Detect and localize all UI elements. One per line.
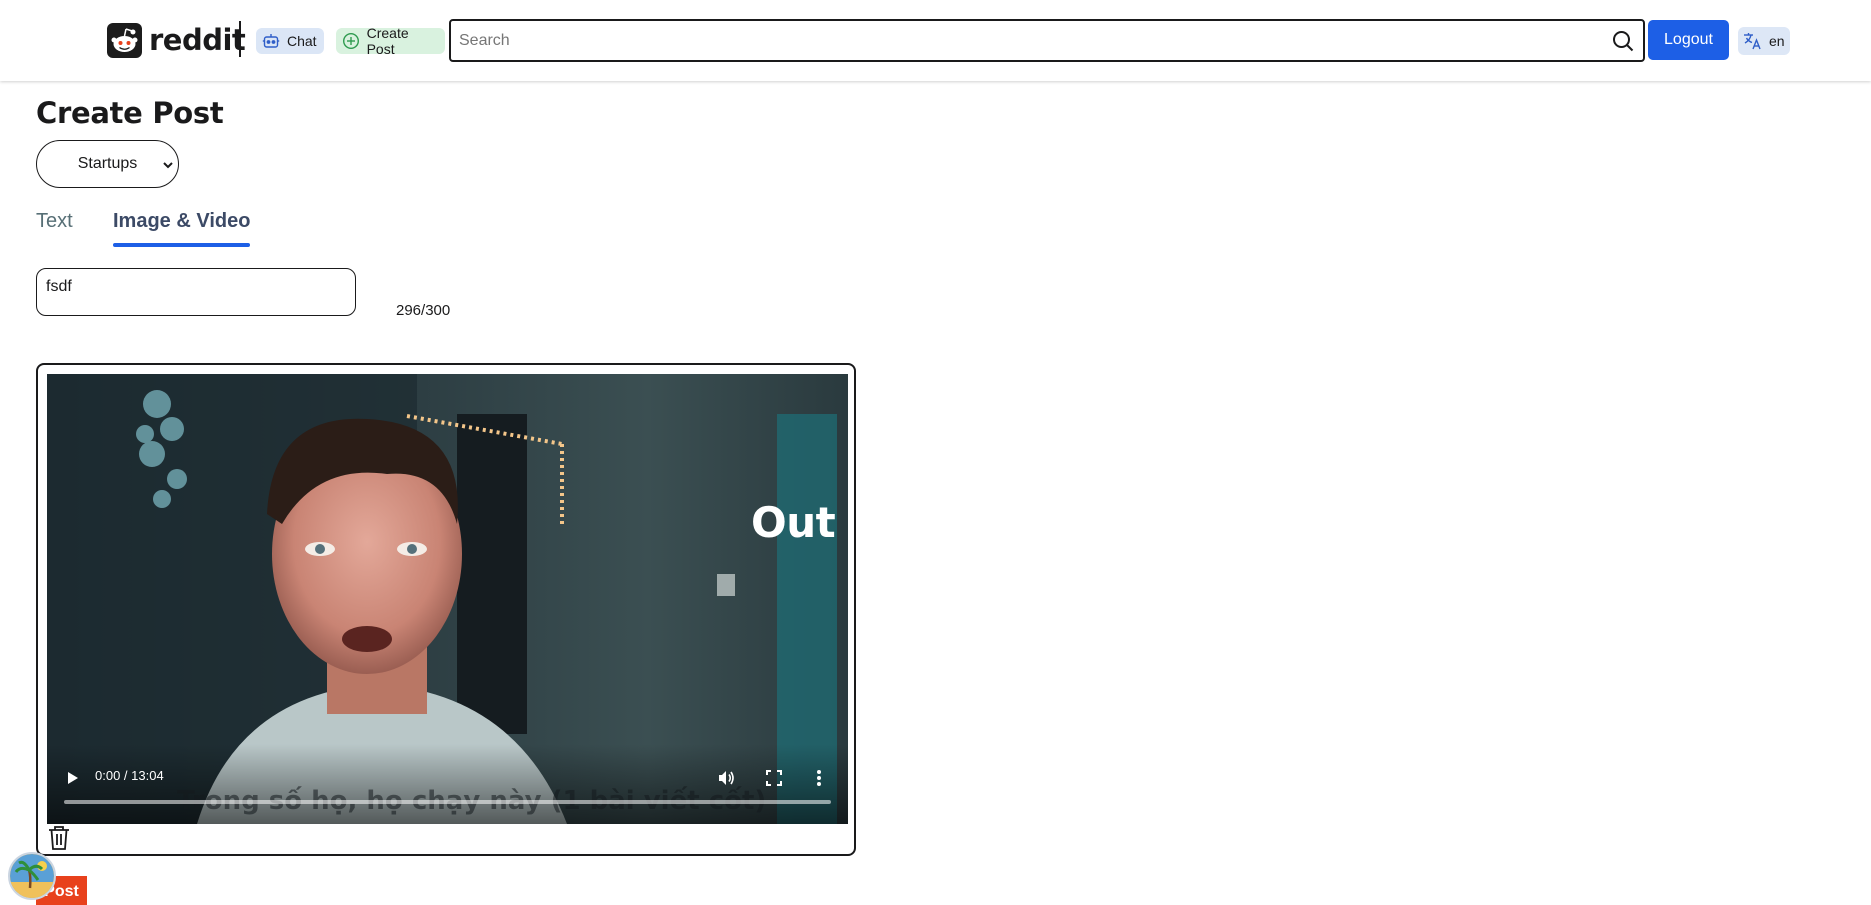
search-bar — [449, 19, 1645, 62]
video-player[interactable]: Out Trong số họ, họ chạy này (1 bài viết… — [47, 374, 848, 824]
search-icon[interactable] — [1611, 29, 1635, 53]
tab-image-video[interactable]: Image & Video — [113, 210, 250, 233]
tab-text[interactable]: Text — [36, 210, 73, 233]
active-tab-indicator — [113, 243, 250, 247]
media-preview-box: Out Trong số họ, họ chạy này (1 bài viết… — [36, 363, 856, 856]
video-overlay-text: Out — [751, 498, 836, 547]
video-time: 0:00 / 13:04 — [95, 768, 164, 783]
language-code: en — [1769, 33, 1785, 49]
user-avatar[interactable] — [8, 852, 56, 900]
volume-icon[interactable] — [716, 768, 736, 788]
create-post-button[interactable]: Create Post — [336, 25, 445, 57]
logout-button[interactable]: Logout — [1648, 20, 1729, 60]
translate-icon — [1742, 30, 1764, 52]
plus-circle-icon — [341, 31, 361, 51]
chat-button[interactable]: Chat — [256, 28, 324, 54]
language-switcher[interactable]: en — [1738, 27, 1790, 55]
chat-label: Chat — [287, 33, 317, 49]
more-options-icon[interactable] — [816, 768, 822, 788]
play-icon[interactable] — [65, 770, 81, 786]
palm-tree-icon — [10, 854, 54, 898]
fullscreen-icon[interactable] — [765, 769, 783, 787]
community-select[interactable]: Startups — [36, 140, 179, 188]
reddit-alien-icon — [107, 22, 142, 58]
title-char-count: 296/300 — [396, 302, 451, 319]
search-input[interactable] — [459, 21, 1599, 60]
trash-icon[interactable] — [47, 825, 71, 851]
robot-icon — [261, 31, 281, 51]
create-post-label: Create Post — [366, 25, 409, 57]
page-title: Create Post — [36, 96, 224, 130]
logo-wordmark: reddit — [149, 23, 246, 57]
chevron-down-icon — [162, 158, 174, 170]
reddit-logo[interactable]: reddit — [107, 22, 246, 58]
video-progress-bar[interactable] — [64, 800, 831, 804]
logo-divider — [239, 21, 241, 57]
top-nav: reddit Chat Create Post Search Logout en — [0, 0, 1871, 81]
post-title-input[interactable] — [36, 268, 356, 316]
community-selected-value: Startups — [77, 155, 138, 172]
